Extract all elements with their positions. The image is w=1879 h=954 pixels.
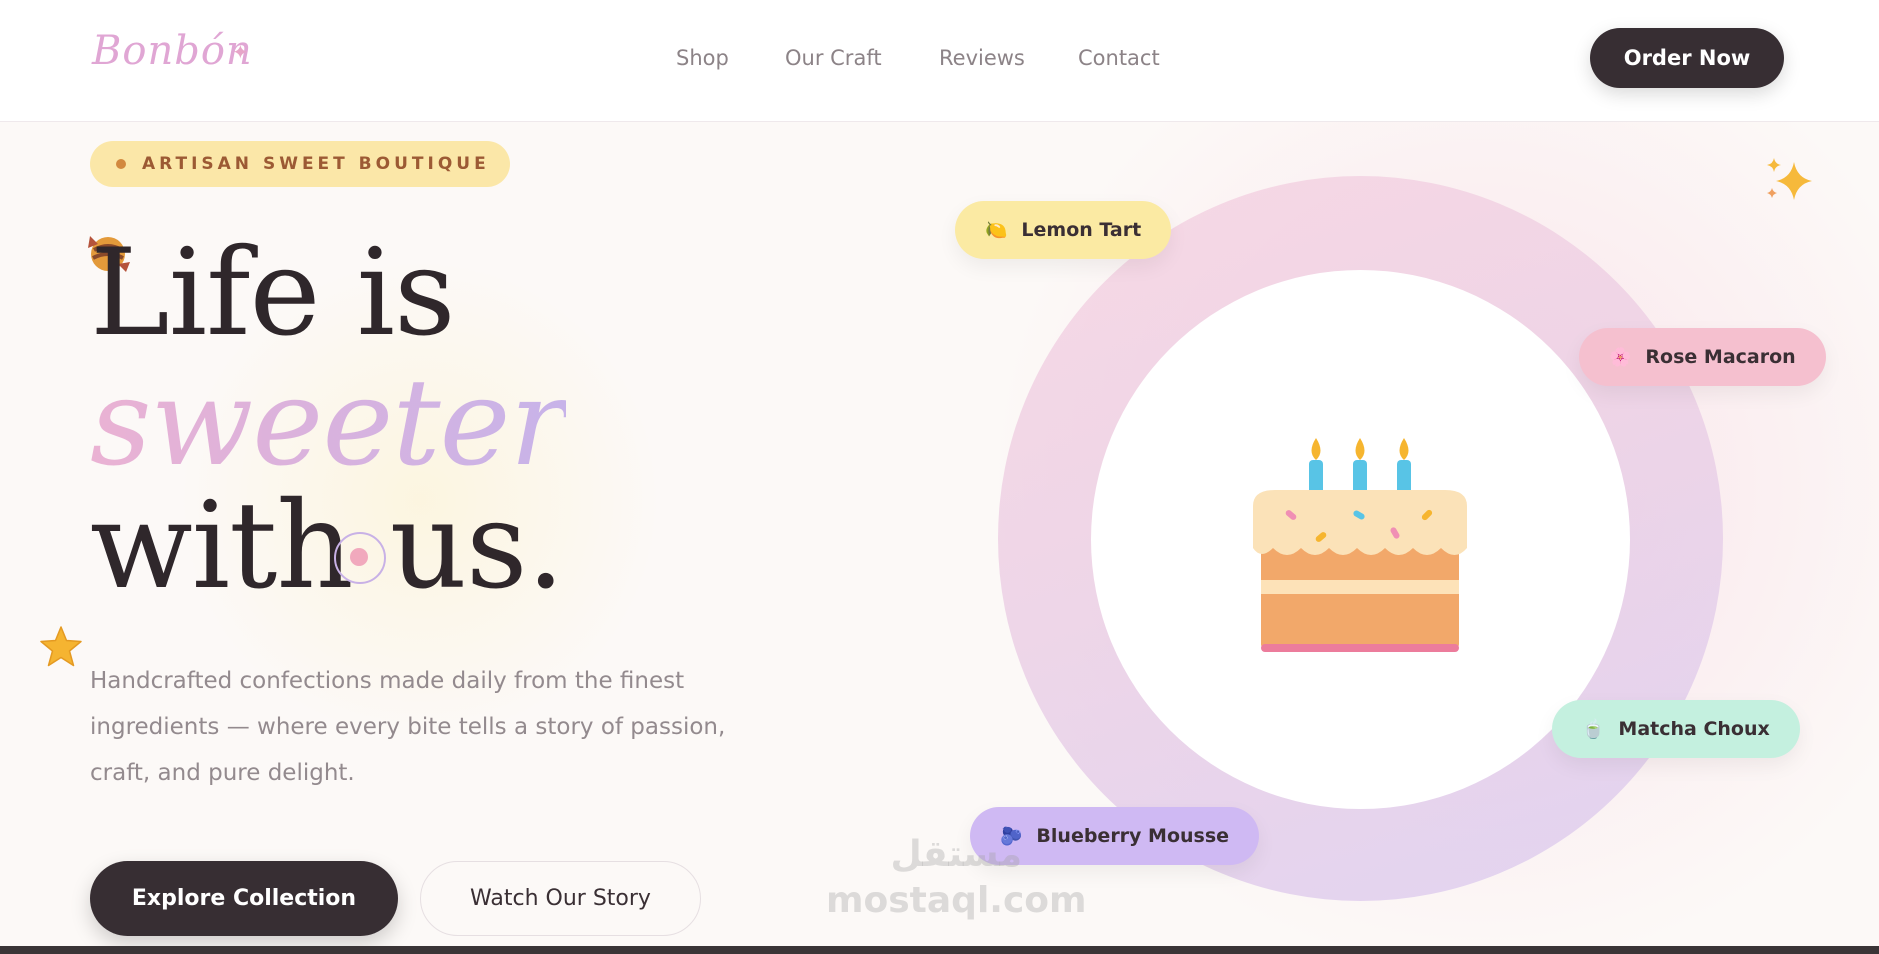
nav-link-contact[interactable]: Contact: [1078, 46, 1160, 70]
pill-rose-macaron[interactable]: 🌸 Rose Macaron: [1579, 328, 1826, 386]
birthday-cake-icon: [1253, 438, 1467, 652]
pill-label: Lemon Tart: [1021, 219, 1142, 241]
nav-link-reviews[interactable]: Reviews: [939, 46, 1025, 70]
nav-link-shop[interactable]: Shop: [676, 46, 729, 70]
watch-our-story-button[interactable]: Watch Our Story: [420, 861, 701, 936]
sparkle-icon: [1767, 158, 1812, 200]
rose-icon: 🌸: [1609, 346, 1632, 368]
cursor-dot: [350, 548, 368, 566]
watermark: مستقل mostaql.com: [826, 832, 1087, 924]
watermark-arabic: مستقل: [890, 834, 1023, 875]
order-now-button[interactable]: Order Now: [1590, 28, 1784, 88]
badge-label: ARTISAN SWEET BOUTIQUE: [142, 154, 490, 174]
headline-line-1: Life is: [90, 224, 456, 363]
logo-sparkle-icon: ✦: [232, 40, 249, 64]
hero-badge: ARTISAN SWEET BOUTIQUE: [90, 141, 510, 187]
bottom-bar: [0, 946, 1879, 954]
logo[interactable]: Bonbón: [92, 28, 253, 74]
navbar: Bonbón ✦ Shop Our Craft Reviews Contact …: [0, 0, 1879, 122]
pill-label: Matcha Choux: [1618, 718, 1770, 740]
matcha-icon: 🍵: [1582, 718, 1605, 740]
pill-label: Rose Macaron: [1645, 346, 1796, 368]
explore-collection-button[interactable]: Explore Collection: [90, 861, 398, 936]
pill-matcha-choux[interactable]: 🍵 Matcha Choux: [1552, 700, 1800, 758]
watermark-latin: mostaql.com: [826, 880, 1087, 921]
lemon-icon: 🍋: [985, 219, 1008, 241]
star-icon: [40, 626, 82, 667]
headline-line-2: sweeter: [90, 354, 567, 493]
pill-lemon-tart[interactable]: 🍋 Lemon Tart: [955, 201, 1172, 259]
nav-link-our-craft[interactable]: Our Craft: [785, 46, 882, 70]
badge-dot-icon: [116, 159, 126, 169]
hero-description: Handcrafted confections made daily from …: [90, 668, 726, 786]
headline-line-3: with us.: [90, 477, 565, 616]
